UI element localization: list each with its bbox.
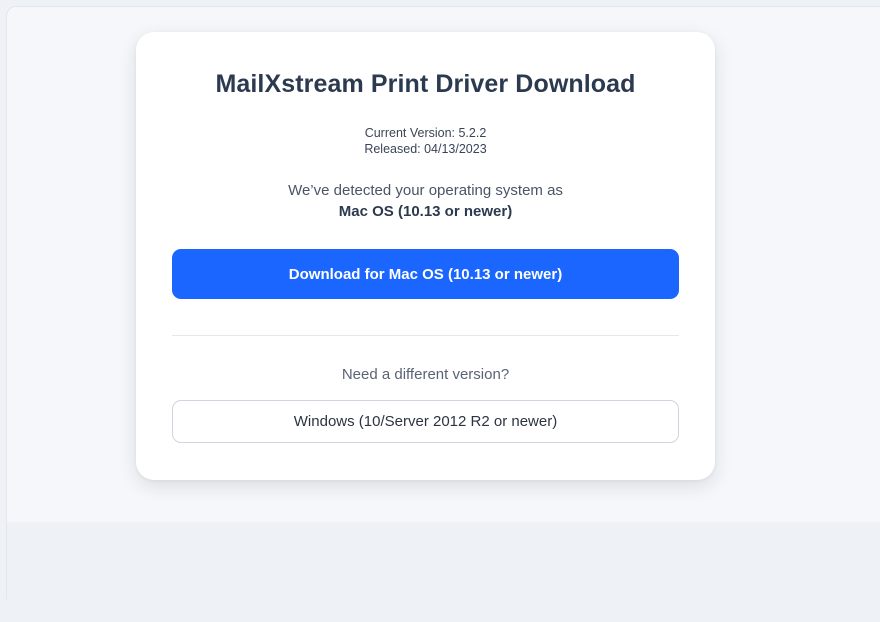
download-windows-button[interactable]: Windows (10/Server 2012 R2 or newer) xyxy=(172,400,679,443)
page-title: MailXstream Print Driver Download xyxy=(215,70,636,98)
version-info: Current Version: 5.2.2 Released: 04/13/2… xyxy=(136,125,715,157)
footer-band xyxy=(7,522,880,622)
detected-os: Mac OS (10.13 or newer) xyxy=(338,203,513,220)
divider xyxy=(172,335,679,336)
download-mac-button[interactable]: Download for Mac OS (10.13 or newer) xyxy=(172,249,679,299)
release-date: Released: 04/13/2023 xyxy=(364,142,487,156)
different-version-prompt: Need a different version? xyxy=(341,366,510,383)
current-version: Current Version: 5.2.2 xyxy=(364,126,487,140)
detected-text: We’ve detected your operating system as xyxy=(288,182,563,199)
os-detection: We’ve detected your operating system as … xyxy=(136,180,715,222)
download-card: MailXstream Print Driver Download Curren… xyxy=(136,32,715,480)
